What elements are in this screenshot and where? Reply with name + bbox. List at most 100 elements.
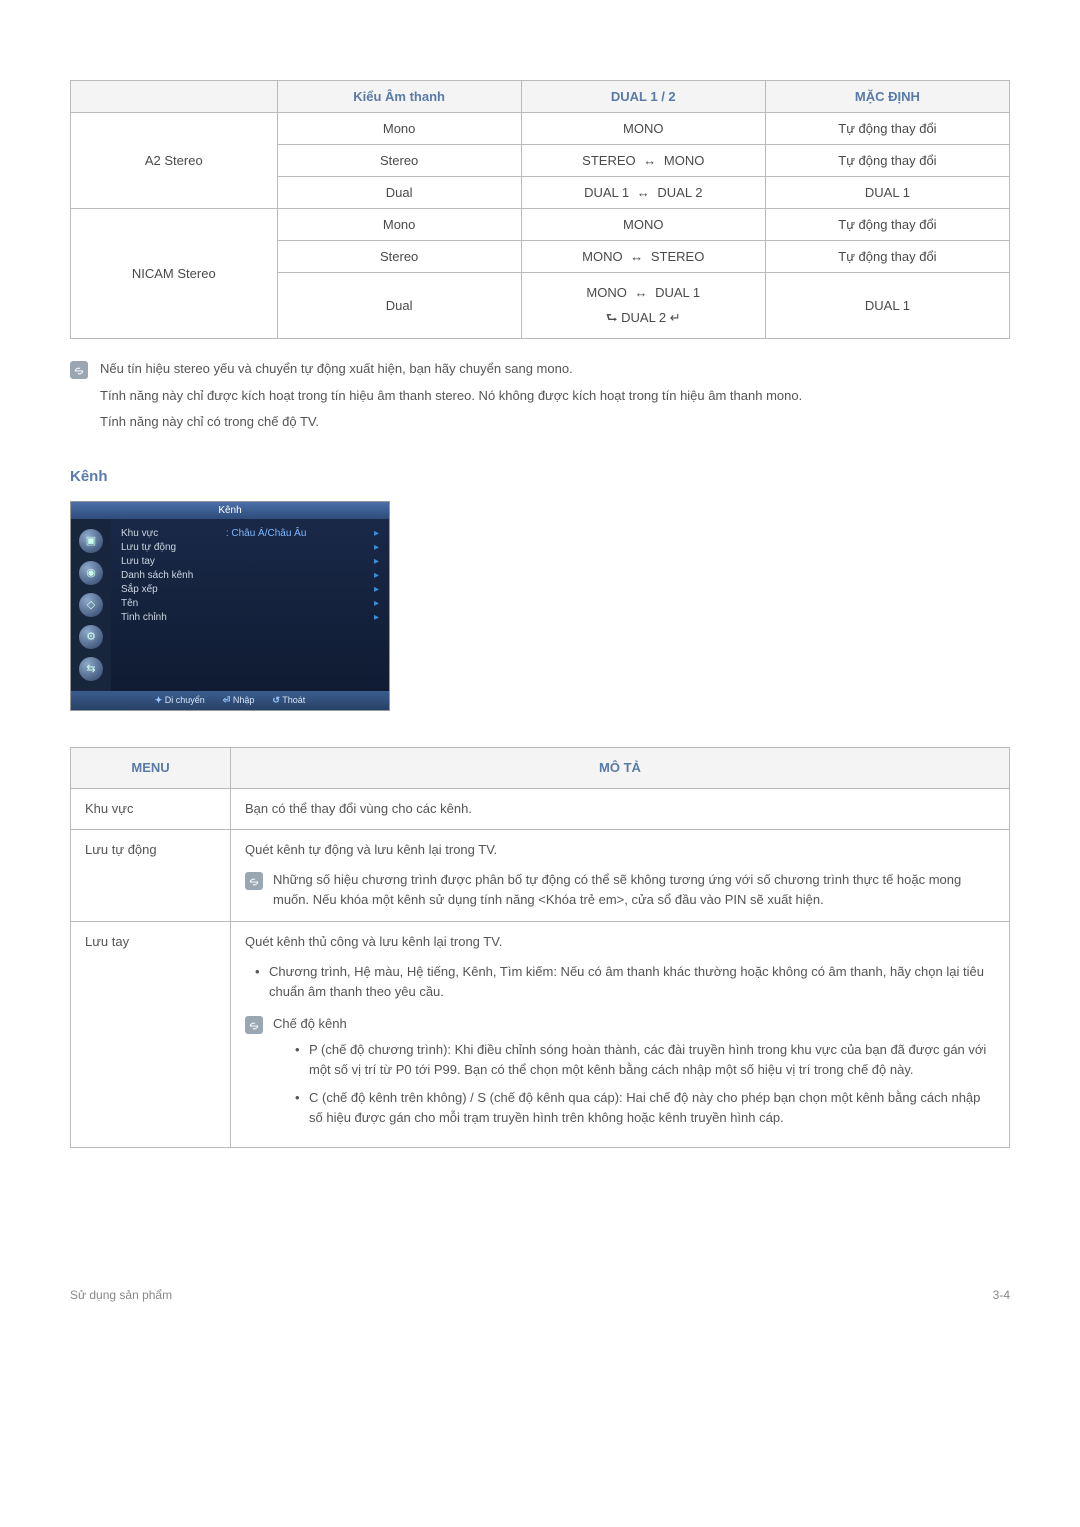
- menu-name: Lưu tay: [71, 921, 231, 1147]
- arrow-lr-icon: [630, 285, 651, 300]
- th-blank: [71, 81, 278, 113]
- cell: Mono: [277, 209, 521, 241]
- cell: Stereo: [277, 241, 521, 273]
- bullet-item: C (chế độ kênh trên không) / S (chế độ k…: [295, 1088, 995, 1128]
- cell: STEREO MONO: [521, 145, 765, 177]
- cell-text: MONO: [623, 121, 663, 136]
- enter-icon: ⏎: [223, 695, 231, 705]
- dual-post: DUAL 1: [655, 285, 700, 300]
- sound-icon: ◉: [79, 561, 103, 585]
- picture-icon: ▣: [79, 529, 103, 553]
- arrow-lr-icon: [639, 153, 660, 168]
- enter-icon: ↵: [670, 310, 681, 325]
- note-line: Tính năng này chỉ có trong chế độ TV.: [100, 412, 802, 432]
- channel-icon: ◇: [79, 593, 103, 617]
- osd-row: Danh sách kênh▸: [121, 569, 379, 583]
- cell: MONO: [521, 113, 765, 145]
- cell: DUAL 1: [765, 273, 1009, 339]
- osd-footer: ✦ Di chuyển ⏎ Nhập ↺ Thoát: [71, 691, 389, 710]
- desc-body: Quét kênh thủ công và lưu kênh lại trong…: [245, 932, 995, 952]
- channel-desc-table: MENU MÔ TẢ Khu vực Bạn có thể thay đổi v…: [70, 747, 1010, 1148]
- chevron-right-icon: ▸: [374, 584, 379, 595]
- chevron-right-icon: ▸: [374, 556, 379, 567]
- dual-pre: MONO: [586, 285, 626, 300]
- th-desc: MÔ TẢ: [231, 747, 1010, 788]
- osd-screenshot: Kênh ▣ ◉ ◇ ⚙ ⇆ Khu vực: Châu Á/Châu Âu▸ …: [70, 501, 390, 711]
- table-row: Lưu tự động Quét kênh tự động và lưu kên…: [71, 830, 1010, 921]
- cell: MONO STEREO: [521, 241, 765, 273]
- cell: MONO DUAL 1 ⮑ DUAL 2 ↵: [521, 273, 765, 339]
- sub-note-title: Chế độ kênh: [273, 1014, 995, 1034]
- page-footer: Sử dụng sản phẩm 3-4: [70, 1288, 1010, 1302]
- chevron-right-icon: ▸: [374, 570, 379, 581]
- th-default: MẶC ĐỊNH: [765, 81, 1009, 113]
- chevron-right-icon: ▸: [374, 528, 379, 539]
- cell: Dual: [277, 273, 521, 339]
- group-a2: A2 Stereo: [71, 113, 278, 209]
- arrow-lr-icon: [633, 185, 654, 200]
- dual-post: DUAL 2: [657, 185, 702, 200]
- osd-sidebar: ▣ ◉ ◇ ⚙ ⇆: [71, 519, 111, 691]
- input-icon: ⇆: [79, 657, 103, 681]
- desc-note: Những số hiệu chương trình được phân bố …: [273, 870, 995, 910]
- note-icon: [245, 872, 263, 890]
- dual-line2: DUAL 2: [621, 310, 666, 325]
- menu-name: Lưu tự động: [71, 830, 231, 921]
- arrow-lr-icon: [626, 249, 647, 264]
- dual-pre: MONO: [582, 249, 622, 264]
- audio-type-table: Kiểu Âm thanh DUAL 1 / 2 MẶC ĐỊNH A2 Ste…: [70, 80, 1010, 339]
- cell-text: MONO: [623, 217, 663, 232]
- group-nicam: NICAM Stereo: [71, 209, 278, 339]
- menu-name: Khu vực: [71, 788, 231, 829]
- move-icon: ✦: [155, 695, 163, 705]
- table-row: Khu vực Bạn có thể thay đổi vùng cho các…: [71, 788, 1010, 829]
- osd-row: Khu vực: Châu Á/Châu Âu▸: [121, 527, 379, 541]
- note-line: Tính năng này chỉ được kích hoạt trong t…: [100, 386, 802, 406]
- osd-row: Lưu tự động▸: [121, 541, 379, 555]
- table-row: Lưu tay Quét kênh thủ công và lưu kênh l…: [71, 921, 1010, 1147]
- menu-desc: Quét kênh thủ công và lưu kênh lại trong…: [231, 921, 1010, 1147]
- osd-row: Sắp xếp▸: [121, 583, 379, 597]
- osd-row: Lưu tay▸: [121, 555, 379, 569]
- footer-left: Sử dụng sản phẩm: [70, 1288, 172, 1302]
- cell: Dual: [277, 177, 521, 209]
- chevron-right-icon: ▸: [374, 612, 379, 623]
- cell: Mono: [277, 113, 521, 145]
- cell: Tự động thay đổi: [765, 145, 1009, 177]
- cell: Stereo: [277, 145, 521, 177]
- cell: Tự động thay đổi: [765, 113, 1009, 145]
- footer-right: 3-4: [993, 1288, 1010, 1302]
- dual-pre: STEREO: [582, 153, 635, 168]
- branch-icon: ⮑: [606, 310, 621, 325]
- th-menu: MENU: [71, 747, 231, 788]
- osd-title: Kênh: [71, 502, 389, 519]
- dual-post: MONO: [664, 153, 704, 168]
- menu-desc: Bạn có thể thay đổi vùng cho các kênh.: [231, 788, 1010, 829]
- menu-desc: Quét kênh tự động và lưu kênh lại trong …: [231, 830, 1010, 921]
- note-icon: [245, 1016, 263, 1034]
- osd-row: Tinh chỉnh▸: [121, 611, 379, 625]
- section-title: Kênh: [70, 468, 1010, 485]
- desc-body: Quét kênh tự động và lưu kênh lại trong …: [245, 840, 995, 860]
- note-line: Nếu tín hiệu stereo yếu và chuyển tự độn…: [100, 359, 802, 379]
- cell: Tự động thay đổi: [765, 209, 1009, 241]
- note-block: Nếu tín hiệu stereo yếu và chuyển tự độn…: [70, 359, 1010, 437]
- bullet-item: Chương trình, Hệ màu, Hệ tiếng, Kênh, Tì…: [255, 962, 995, 1002]
- cell: MONO: [521, 209, 765, 241]
- cell: Tự động thay đổi: [765, 241, 1009, 273]
- osd-row: Tên▸: [121, 597, 379, 611]
- cell: DUAL 1 DUAL 2: [521, 177, 765, 209]
- exit-icon: ↺: [272, 695, 280, 705]
- setup-icon: ⚙: [79, 625, 103, 649]
- cell: DUAL 1: [765, 177, 1009, 209]
- chevron-right-icon: ▸: [374, 542, 379, 553]
- dual-pre: DUAL 1: [584, 185, 629, 200]
- th-audio-type: Kiểu Âm thanh: [277, 81, 521, 113]
- osd-list: Khu vực: Châu Á/Châu Âu▸ Lưu tự động▸ Lư…: [111, 519, 389, 691]
- note-text: Nếu tín hiệu stereo yếu và chuyển tự độn…: [100, 359, 802, 437]
- dual-post: STEREO: [651, 249, 704, 264]
- chevron-right-icon: ▸: [374, 598, 379, 609]
- th-dual: DUAL 1 / 2: [521, 81, 765, 113]
- bullet-item: P (chế độ chương trình): Khi điều chỉnh …: [295, 1040, 995, 1080]
- note-icon: [70, 361, 88, 379]
